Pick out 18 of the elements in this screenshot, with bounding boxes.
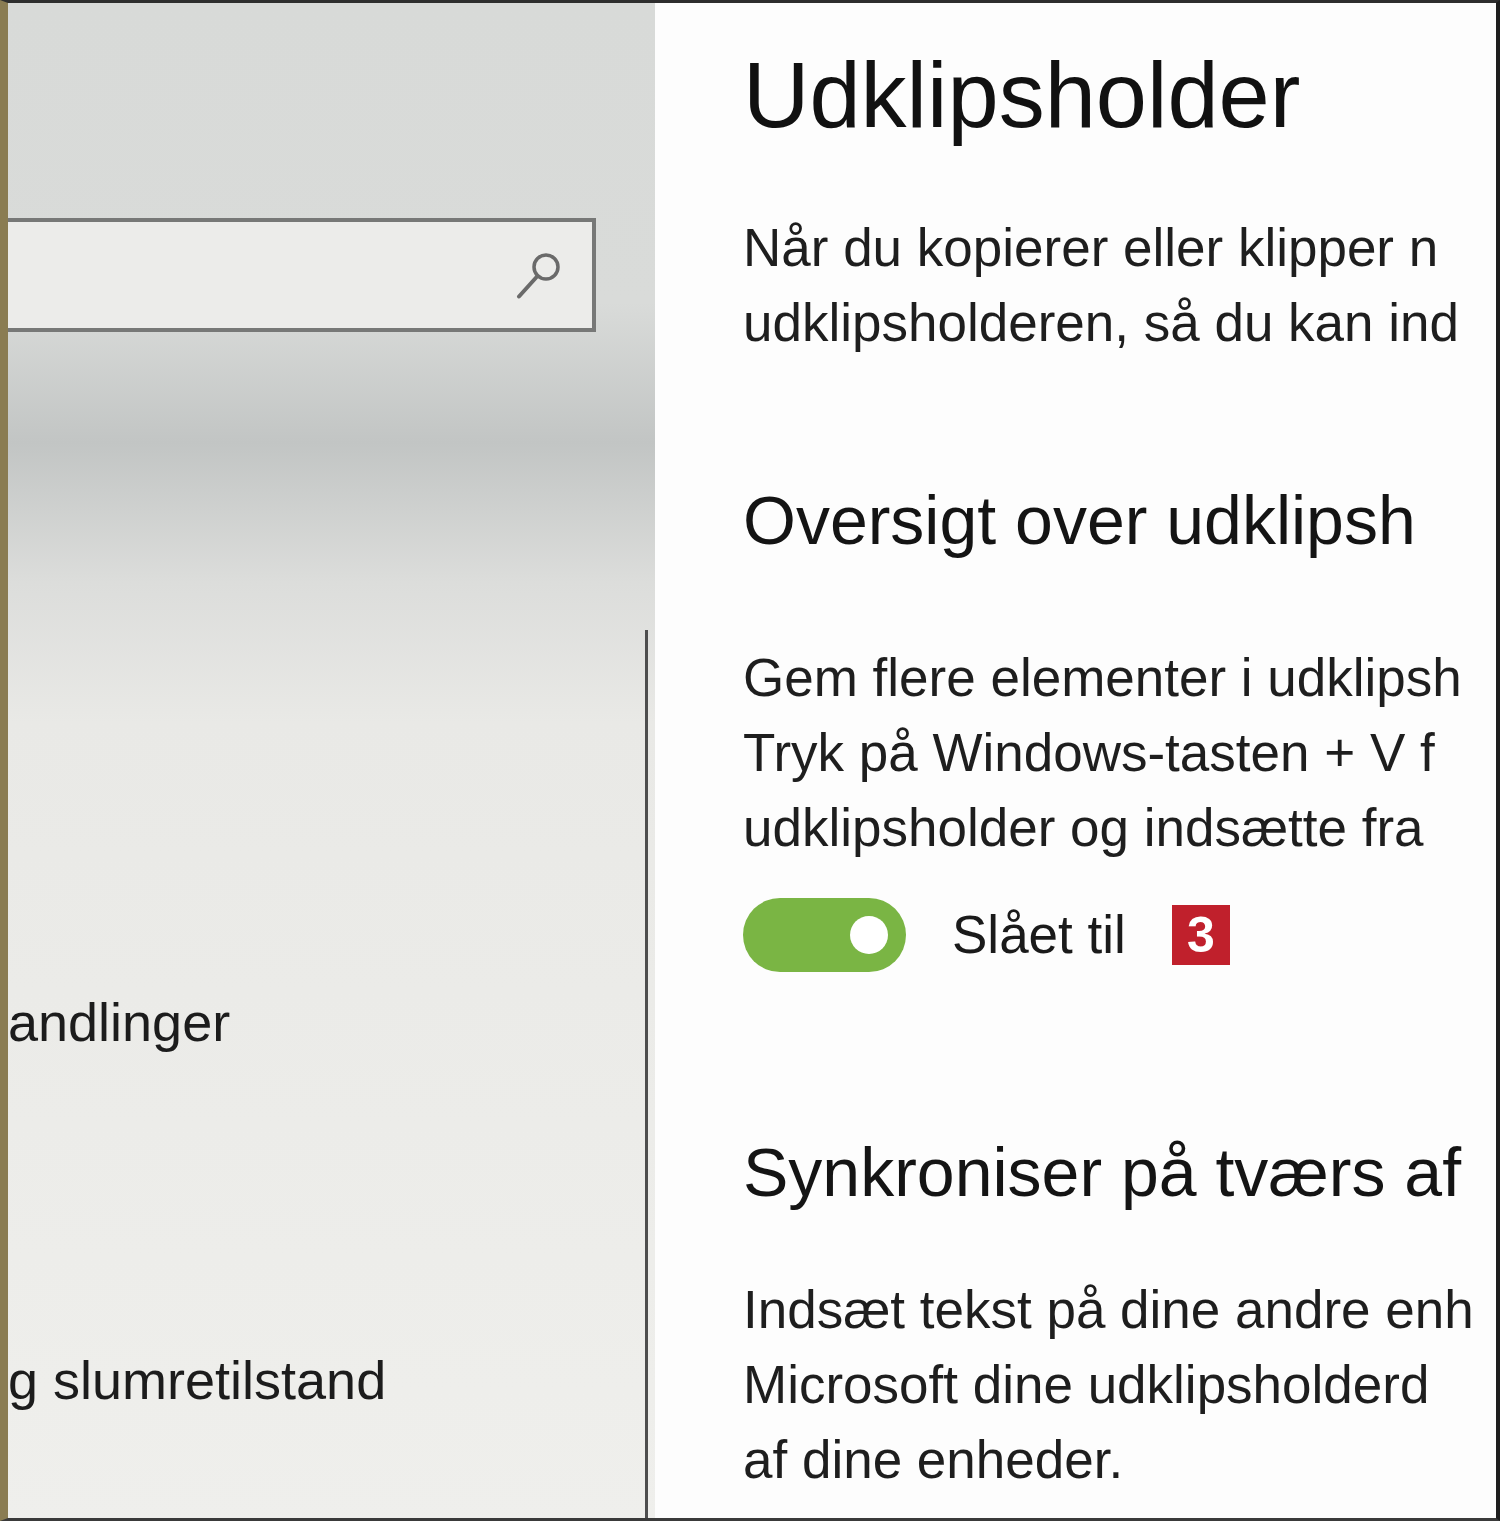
section-heading: Oversigt over udklipsh (743, 481, 1417, 560)
description-line: Tryk på Windows-tasten + V f (743, 722, 1436, 784)
page-title: Udklipsholder (743, 43, 1302, 148)
search-field[interactable] (8, 218, 596, 332)
search-icon (516, 251, 562, 299)
description-line: Microsoft dine udklipsholderd (743, 1354, 1431, 1416)
nav-item[interactable]: andlinger (8, 990, 231, 1054)
description-line: Indsæt tekst på dine andre enh (743, 1279, 1475, 1341)
description-line: af dine enheder. (743, 1429, 1125, 1491)
section-heading: Synkroniser på tværs af (743, 1133, 1463, 1212)
nav-item[interactable]: g slumretilstand (8, 1348, 387, 1412)
toggle-state-label: Slået til (952, 904, 1126, 966)
description-line: Når du kopierer eller klipper n (743, 217, 1440, 279)
number-badge: 3 (1171, 905, 1230, 965)
description-line: udklipsholderen, så du kan ind (743, 292, 1460, 354)
description-line: udklipsholder og indsætte fra (743, 797, 1425, 859)
scrollbar[interactable] (645, 630, 648, 1518)
description-line: Gem flere elementer i udklipsh (743, 647, 1463, 709)
